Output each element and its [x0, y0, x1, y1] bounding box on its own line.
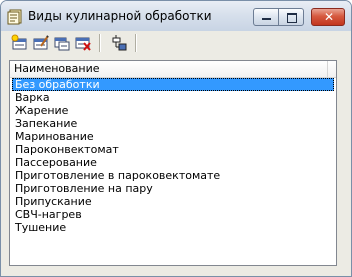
- toolbar-separator: [135, 34, 137, 52]
- column-header-name[interactable]: Наименование: [10, 61, 328, 77]
- list-item[interactable]: Маринование: [12, 130, 334, 143]
- list-item[interactable]: Запекание: [12, 117, 334, 130]
- form-icon: [7, 9, 22, 25]
- list-item-selected[interactable]: Без обработки: [12, 78, 334, 91]
- list-item[interactable]: Варка: [12, 91, 334, 104]
- toolbar: [7, 32, 345, 54]
- list-item[interactable]: Пароконвектомат: [12, 143, 334, 156]
- add-record-button[interactable]: [11, 34, 29, 52]
- processing-types-list[interactable]: Наименование Без обработки Варка Жарение За…: [9, 60, 337, 266]
- minimize-button[interactable]: [253, 8, 279, 26]
- maximize-icon: [287, 13, 297, 23]
- close-icon: ✕: [324, 10, 335, 24]
- maximize-button[interactable]: [278, 8, 304, 26]
- list-item[interactable]: Припускание: [12, 195, 334, 208]
- list-rows: Без обработки Варка Жарение Запекание Марино…: [12, 78, 334, 234]
- toolbar-separator: [99, 34, 101, 52]
- list-header: Наименование: [10, 61, 336, 78]
- copy-record-icon: [54, 37, 70, 51]
- delete-record-icon: [75, 37, 91, 51]
- minimize-icon: [262, 18, 271, 20]
- edit-record-button[interactable]: [32, 34, 50, 52]
- list-item[interactable]: СВЧ-нагрев: [12, 208, 334, 221]
- list-item[interactable]: Приготовление на пару: [12, 182, 334, 195]
- app-window: Виды кулинарной обработки ✕ Наименование…: [0, 0, 352, 277]
- hierarchy-button[interactable]: [110, 34, 128, 52]
- list-item[interactable]: Пассерование: [12, 156, 334, 169]
- window-title: Виды кулинарной обработки: [28, 9, 212, 23]
- hierarchy-icon: [112, 35, 127, 51]
- add-record-icon: [11, 34, 27, 50]
- close-button[interactable]: ✕: [311, 8, 345, 26]
- title-bar[interactable]: Виды кулинарной обработки ✕: [1, 1, 351, 31]
- list-item[interactable]: Жарение: [12, 104, 334, 117]
- delete-record-button[interactable]: [74, 34, 92, 52]
- copy-record-button[interactable]: [53, 34, 71, 52]
- list-item[interactable]: Приготовление в пароковектомате: [12, 169, 334, 182]
- list-item[interactable]: Тушение: [12, 221, 334, 234]
- edit-record-icon: [33, 35, 49, 50]
